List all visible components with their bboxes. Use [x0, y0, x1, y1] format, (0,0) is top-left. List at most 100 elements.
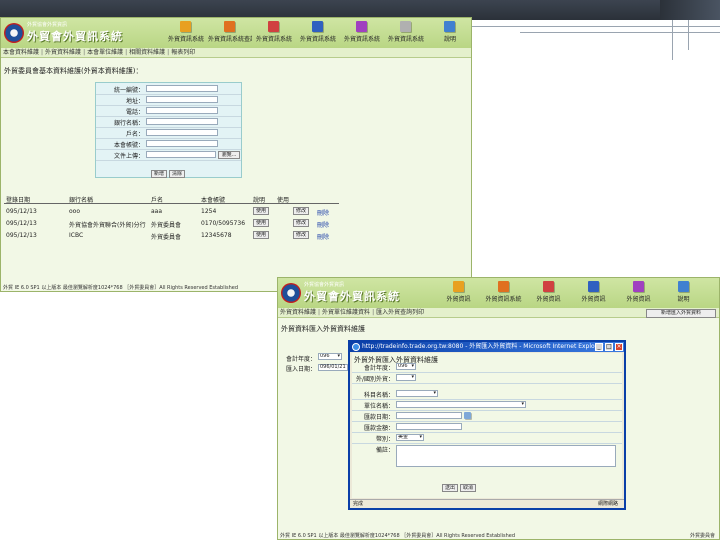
table-cell: 0170/5095736	[201, 220, 246, 227]
toolbar-item-label[interactable]: 外貿資訊	[616, 294, 661, 303]
toolbar-cube-icon[interactable]	[677, 281, 689, 292]
edit-button[interactable]: 修改	[293, 231, 309, 239]
edit-button[interactable]: 修改	[293, 219, 309, 227]
decor-line	[672, 20, 673, 60]
ie-dialog-window: http://tradeinfo.trade.org.tw:8080 - 外貿匯…	[348, 340, 626, 510]
form-row-divider	[96, 160, 241, 161]
screenshot-import-maintenance: 外貿協會外貿資訊 外貿會外貿訊系統 外貿資訊 外貿資訊系統 外貿資訊 外貿資訊 外貿資訊…	[277, 277, 720, 540]
table-cell: 外貿協會外貿聯合(外貿)分行	[69, 222, 146, 229]
dialog-statusbar: 完成 網際網路	[350, 499, 624, 508]
dialog-form-label: 幣別：	[375, 436, 394, 443]
toolbar-item-label[interactable]: 外貿資訊系統	[340, 34, 384, 43]
toolbar-cube-icon[interactable]	[268, 21, 279, 32]
use-button[interactable]: 使用	[253, 207, 269, 215]
dialog-select[interactable]	[396, 401, 526, 408]
toolbar-cube-icon[interactable]	[356, 21, 367, 32]
dialog-row-divider	[352, 421, 622, 422]
site-subtitle: 外貿協會外貿資訊	[304, 282, 345, 288]
toolbar-cube-icon[interactable]	[452, 281, 464, 292]
nav-item[interactable]: 外貿單位維護資料	[322, 309, 370, 316]
toolbar-cube-icon[interactable]	[632, 281, 644, 292]
form-input[interactable]	[146, 118, 218, 125]
calendar-icon[interactable]	[464, 412, 471, 419]
toolbar-item-label[interactable]: 外貿資訊系統	[164, 34, 208, 43]
toolbar-item-label[interactable]: 外貿資訊系統	[481, 294, 526, 303]
toolbar-item-label[interactable]: 外貿資訊系統	[384, 34, 428, 43]
nav-item[interactable]: 本會資料維護	[3, 49, 39, 56]
toolbar-item-label[interactable]: 外貿資訊系統	[252, 34, 296, 43]
dialog-select[interactable]	[396, 390, 438, 397]
dialog-input[interactable]	[396, 423, 462, 430]
browse-button[interactable]: 瀏覽...	[218, 151, 240, 159]
form-label: 銀行名稱：	[113, 120, 144, 127]
dialog-submit-button[interactable]: 送出	[442, 484, 458, 492]
year-select[interactable]: 096	[318, 353, 342, 360]
nav-item[interactable]: 報表列印	[171, 49, 195, 56]
logo-icon	[4, 23, 24, 43]
footer-right: 外貿委員會	[689, 533, 715, 539]
reset-button[interactable]: 清除	[169, 170, 185, 178]
maximize-button[interactable]: □	[605, 343, 613, 351]
dialog-row-divider	[352, 432, 622, 433]
form-input[interactable]	[146, 96, 218, 103]
toolbar-cube-icon[interactable]	[444, 21, 455, 32]
form-input[interactable]	[146, 151, 216, 158]
table-cell: 095/12/13	[6, 232, 37, 239]
import-date-field[interactable]: 096/01/21	[318, 364, 348, 371]
delete-link[interactable]: 刪除	[317, 220, 329, 229]
submit-button[interactable]: 新增	[151, 170, 167, 178]
toolbar-cube-icon[interactable]	[400, 21, 411, 32]
form-input[interactable]	[146, 140, 218, 147]
dialog-row-divider	[352, 372, 622, 373]
dialog-input[interactable]	[396, 412, 462, 419]
toolbar-item-label[interactable]: 外貿資訊	[571, 294, 616, 303]
form-row-divider	[96, 127, 241, 128]
nav-item[interactable]: 外貿資料維護	[280, 309, 316, 316]
form-input[interactable]	[146, 107, 218, 114]
nav-separator: |	[125, 49, 128, 56]
toolbar-item-label[interactable]: 外貿資訊系統查詢	[208, 34, 252, 43]
toolbar-item-label[interactable]: 外貿資訊	[526, 294, 571, 303]
edit-button[interactable]: 修改	[293, 207, 309, 215]
dialog-form-label: 匯款金額：	[363, 425, 394, 432]
dialog-select[interactable]: 096	[396, 363, 416, 370]
form-input[interactable]	[146, 129, 218, 136]
form-input[interactable]	[146, 85, 218, 92]
nav-item[interactable]: 匯入外貿查詢列印	[376, 309, 424, 316]
use-button[interactable]: 使用	[253, 231, 269, 239]
status-done: 完成	[353, 501, 364, 507]
toolbar-cube-icon[interactable]	[180, 21, 191, 32]
toolbar-cube-icon[interactable]	[587, 281, 599, 292]
toolbar-cube-icon[interactable]	[224, 21, 235, 32]
delete-link[interactable]: 刪除	[317, 232, 329, 241]
form-row-divider	[96, 116, 241, 117]
nav-item[interactable]: 本會單位維護	[87, 49, 123, 56]
toolbar-cube-icon[interactable]	[497, 281, 509, 292]
dialog-select[interactable]	[396, 374, 416, 381]
nav-item[interactable]: 相關資料維護	[129, 49, 165, 56]
dialog-form-label: 外/國別外貿：	[355, 376, 394, 383]
form-row-divider	[96, 105, 241, 106]
close-button[interactable]: ×	[615, 343, 623, 351]
toolbar-cube-icon[interactable]	[542, 281, 554, 292]
toolbar-item-label[interactable]: 說明	[661, 294, 706, 303]
dialog-row-divider	[352, 399, 622, 400]
dialog-cancel-button[interactable]: 取消	[460, 484, 476, 492]
screenshot-bank-maintenance: 外貿協會外貿資訊 外貿會外貿訊系統 外貿資訊系統 外貿資訊系統查詢 外貿資訊系統 外貿…	[0, 17, 472, 292]
dialog-form-label: 會計年度：	[363, 365, 394, 372]
add-import-button[interactable]: 新增匯入外貿資料	[646, 309, 716, 318]
toolbar-item-label[interactable]: 外貿資訊	[436, 294, 481, 303]
nav-item[interactable]: 外貿資料維護	[45, 49, 81, 56]
table-cell: 095/12/13	[6, 220, 37, 227]
use-button[interactable]: 使用	[253, 219, 269, 227]
delete-link[interactable]: 刪除	[317, 208, 329, 217]
nav-separator: |	[83, 49, 86, 56]
nav-separator: |	[318, 309, 321, 316]
toolbar-item-label[interactable]: 說明	[428, 34, 471, 43]
page-title: 外貿資料匯入外貿資料維護	[281, 325, 365, 333]
minimize-button[interactable]: _	[595, 343, 603, 351]
remarks-textarea[interactable]	[396, 445, 616, 467]
toolbar-item-label[interactable]: 外貿資訊系統	[296, 34, 340, 43]
toolbar-cube-icon[interactable]	[312, 21, 323, 32]
dialog-select[interactable]: 美金	[396, 434, 424, 441]
